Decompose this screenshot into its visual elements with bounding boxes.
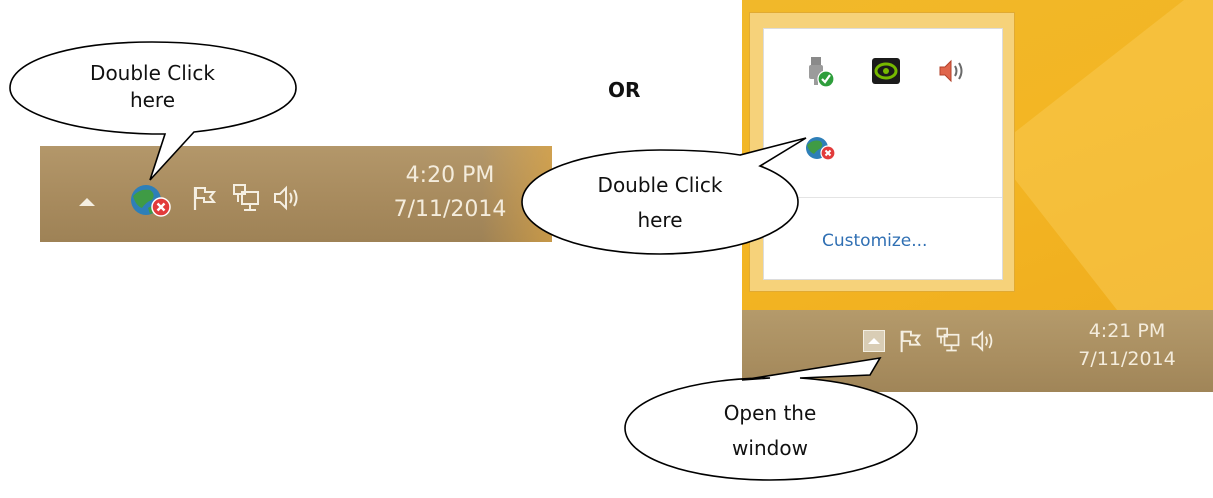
callout-bottom-line2: window	[732, 436, 808, 460]
callout-bottom-line1: Open the	[723, 401, 817, 425]
callout-bottom-text: Open the window	[665, 400, 875, 462]
callout-left-text: Double Click here	[40, 60, 265, 114]
callout-left-line1: Double Click	[90, 61, 215, 85]
callout-middle-line2: here	[637, 208, 683, 232]
or-separator: OR	[608, 78, 641, 102]
callout-middle-text: Double Click here	[545, 172, 775, 234]
callout-left-line2: here	[129, 88, 176, 112]
callout-middle-line1: Double Click	[597, 173, 723, 197]
